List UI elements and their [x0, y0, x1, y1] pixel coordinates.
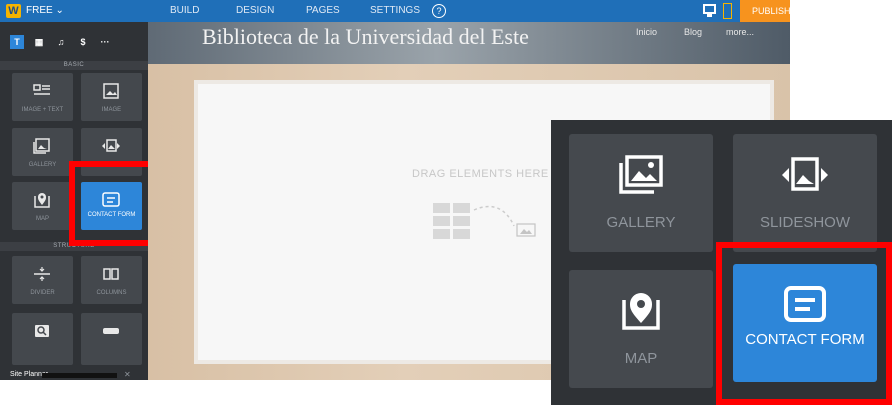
tile-label: GALLERY [606, 214, 676, 231]
tab-pages[interactable]: PAGES [306, 5, 340, 16]
tile-label: COLUMNS [96, 290, 127, 296]
site-planner-toggle[interactable] [42, 373, 117, 378]
image-drop-icon [516, 223, 536, 237]
drag-elements-hint: DRAG ELEMENTS HERE [412, 168, 549, 180]
map-pin-icon [34, 193, 50, 208]
gallery-icon [619, 155, 663, 194]
tile-label: IMAGE + TEXT [21, 107, 64, 113]
desktop-view-stand [707, 14, 712, 17]
close-icon[interactable]: ✕ [124, 370, 131, 379]
site-nav-home[interactable]: Inicio [636, 27, 657, 37]
image-text-tile[interactable]: IMAGE + TEXT [12, 73, 73, 121]
more-elements-tool[interactable]: ··· [98, 35, 112, 49]
commerce-elements-tool[interactable]: $ [76, 35, 90, 49]
weebly-logo[interactable]: W [6, 4, 21, 18]
tile-label: DIVIDER [30, 290, 55, 296]
divider-tile[interactable]: DIVIDER [12, 256, 73, 304]
image-tile[interactable]: IMAGE [81, 73, 142, 121]
text-elements-tool[interactable]: T [10, 35, 24, 49]
help-icon[interactable]: ? [432, 4, 446, 18]
desktop-view-icon[interactable] [703, 4, 716, 14]
map-tile[interactable]: MAP [12, 182, 73, 230]
elements-grid-icon [433, 203, 470, 239]
tile-label: MAP [35, 216, 49, 222]
button-tile[interactable] [81, 313, 142, 365]
image-text-icon [33, 84, 50, 95]
search-tile[interactable] [12, 313, 73, 365]
site-title[interactable]: Biblioteca de la Universidad del Este [202, 24, 529, 50]
mobile-view-icon[interactable] [723, 3, 732, 19]
gallery-icon [33, 138, 50, 154]
highlight-box [716, 242, 892, 405]
divider-icon [34, 267, 50, 281]
columns-tile[interactable]: COLUMNS [81, 256, 142, 304]
site-nav-more[interactable]: more... [726, 27, 754, 37]
drag-arrow-icon [473, 205, 515, 227]
tab-design[interactable]: DESIGN [236, 5, 274, 16]
slideshow-icon [782, 157, 828, 191]
tab-build[interactable]: BUILD [170, 5, 199, 16]
zoom-map-tile[interactable]: MAP [569, 270, 713, 388]
section-basic: BASIC [0, 61, 148, 70]
publish-button[interactable]: PUBLISH [740, 0, 791, 22]
search-icon [35, 325, 49, 337]
plan-dropdown[interactable]: FREE ⌄ [26, 5, 64, 16]
media-elements-tool[interactable]: ♫ [54, 35, 68, 49]
layout-elements-tool[interactable]: ▦ [32, 35, 46, 49]
gallery-tile[interactable]: GALLERY [12, 128, 73, 176]
site-nav-blog[interactable]: Blog [684, 27, 702, 37]
tile-label: MAP [624, 350, 658, 367]
image-icon [103, 83, 119, 99]
tab-settings[interactable]: SETTINGS [370, 5, 420, 16]
tile-label: SLIDESHOW [759, 214, 850, 231]
slideshow-icon [102, 139, 120, 152]
zoom-gallery-tile[interactable]: GALLERY [569, 134, 713, 252]
zoom-slideshow-tile[interactable]: SLIDESHOW [733, 134, 877, 252]
tile-label: GALLERY [28, 162, 57, 168]
button-icon [103, 328, 119, 334]
tile-label: IMAGE [101, 107, 122, 113]
columns-icon [103, 268, 119, 280]
map-pin-icon [622, 293, 660, 330]
